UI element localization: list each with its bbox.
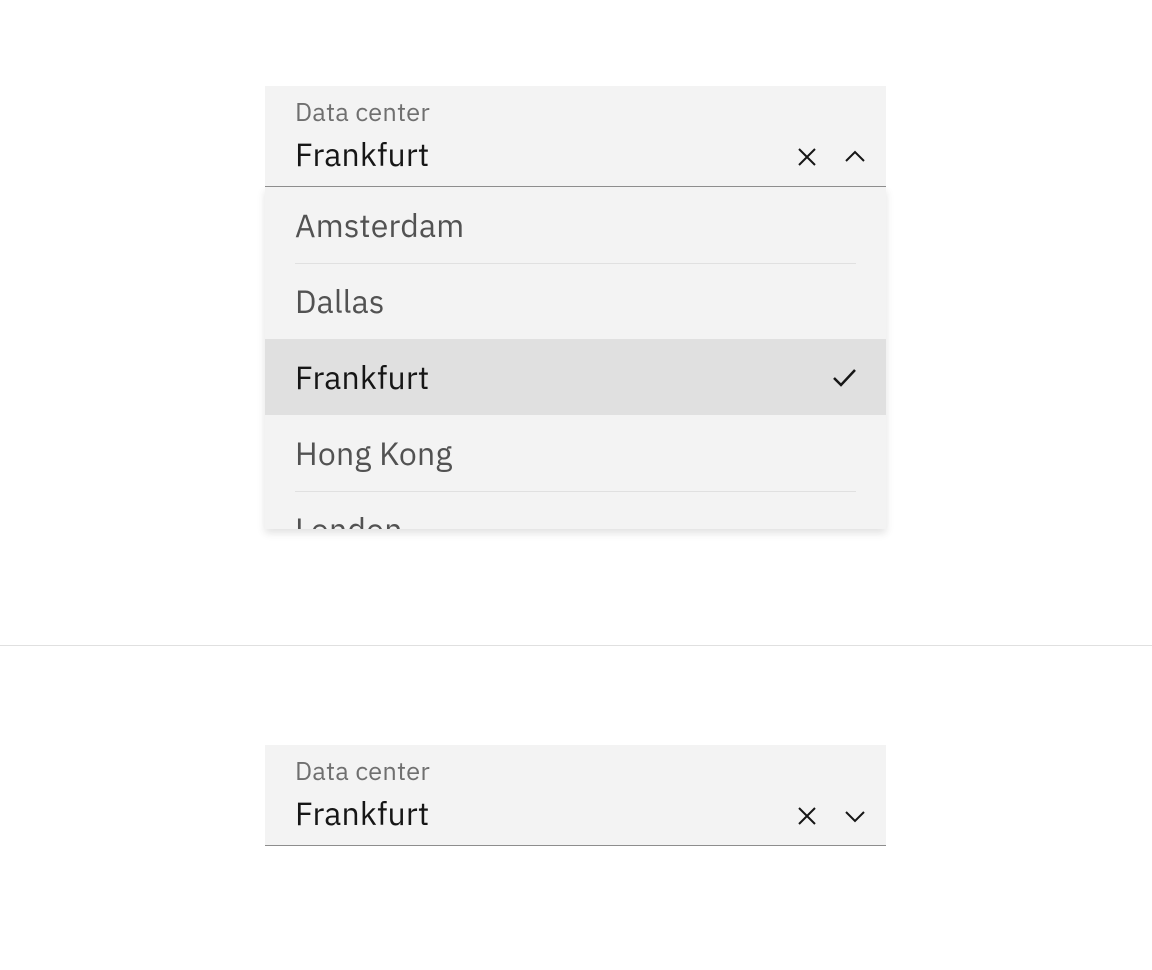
dropdown-option-amsterdam[interactable]: Amsterdam [265,187,886,263]
clear-icon[interactable] [794,803,820,829]
dropdown-label: Data center [295,98,870,129]
checkmark-icon [830,363,858,391]
dropdown-selected-value: Frankfurt [295,796,870,831]
trigger-icons [794,803,868,829]
dropdown-option-dallas[interactable]: Dallas [265,263,886,339]
chevron-up-icon[interactable] [842,144,868,170]
data-center-dropdown-open: Data center Frankfurt Amsterdam [265,86,886,529]
chevron-down-icon[interactable] [842,803,868,829]
dropdown-trigger[interactable]: Data center Frankfurt [265,86,886,187]
clear-icon[interactable] [794,144,820,170]
dropdown-label: Data center [295,757,870,788]
dropdown-menu: Amsterdam Dallas Frankfurt [265,187,886,529]
data-center-dropdown-closed: Data center Frankfurt [265,745,886,846]
option-label: Dallas [295,285,385,317]
option-label: Hong Kong [295,437,452,469]
dropdown-option-frankfurt[interactable]: Frankfurt [265,339,886,415]
dropdown-option-hong-kong[interactable]: Hong Kong [265,415,886,491]
option-label: London [295,513,403,529]
dropdown-open-example: Data center Frankfurt Amsterdam [0,0,1152,646]
dropdown-selected-value: Frankfurt [295,137,870,172]
trigger-icons [794,144,868,170]
dropdown-option-london[interactable]: London [265,491,886,529]
dropdown-closed-example: Data center Frankfurt [0,646,1152,969]
option-label: Frankfurt [295,361,429,393]
option-label: Amsterdam [295,209,464,241]
dropdown-trigger[interactable]: Data center Frankfurt [265,745,886,846]
